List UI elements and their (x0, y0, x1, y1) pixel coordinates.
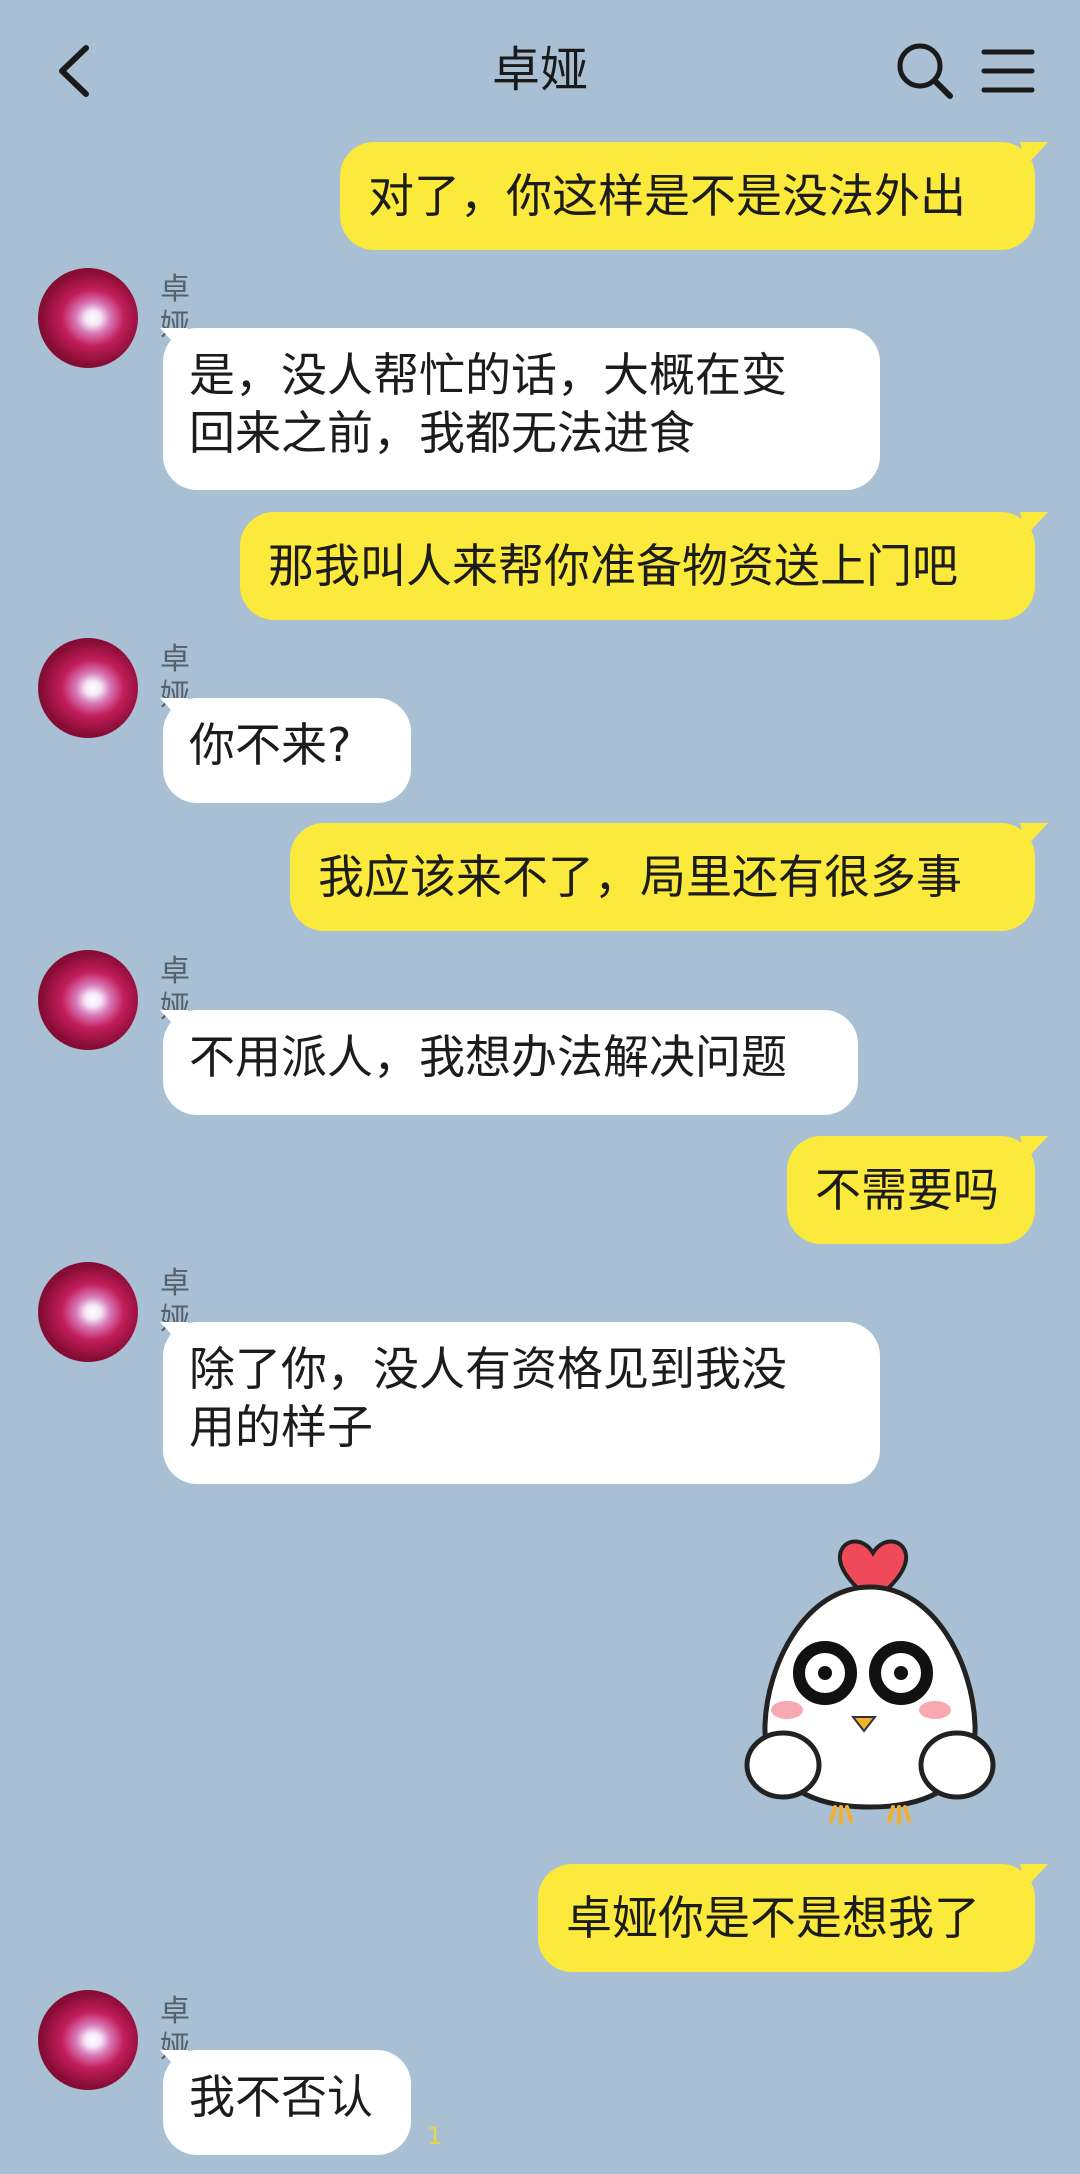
message-bubble-outgoing[interactable]: 不需要吗 (787, 1136, 1035, 1244)
message-line: 不用派人，我想办法解决问题 (189, 1030, 787, 1084)
unread-badge: 1 (427, 2122, 443, 2150)
contact-avatar[interactable] (38, 1262, 138, 1362)
bubble-tail (1020, 1136, 1048, 1160)
message-line: 是，没人帮忙的话，大概在变 (189, 348, 787, 402)
contact-avatar[interactable] (38, 950, 138, 1050)
message-line: 除了你，没人有资格见到我没 (189, 1342, 787, 1396)
hamburger-menu-icon (981, 49, 1035, 93)
message-bubble-outgoing[interactable]: 对了，你这样是不是没法外出 (340, 142, 1035, 250)
message-line: 你不来? (189, 718, 352, 772)
chick-sticker-image (744, 1539, 996, 1825)
chat-header: 卓娅 (0, 0, 1080, 140)
message-line: 用的样子 (189, 1400, 373, 1454)
message-line: 我不否认 (189, 2070, 373, 2124)
bubble-tail (1020, 1864, 1048, 1888)
contact-avatar[interactable] (38, 638, 138, 738)
message-bubble-outgoing[interactable]: 卓娅你是不是想我了 (538, 1864, 1035, 1972)
chick-heart-sticker[interactable] (735, 1525, 1005, 1825)
message-line: 回来之前，我都无法进食 (189, 406, 695, 460)
message-bubble-incoming[interactable]: 不用派人，我想办法解决问题 (163, 1010, 858, 1115)
contact-avatar[interactable] (38, 268, 138, 368)
message-bubble-outgoing[interactable]: 那我叫人来帮你准备物资送上门吧 (240, 512, 1035, 620)
message-bubble-incoming[interactable]: 你不来? (163, 698, 411, 803)
message-bubble-incoming[interactable]: 我不否认 (163, 2050, 411, 2155)
bubble-tail (1020, 823, 1048, 847)
message-bubble-incoming[interactable]: 是，没人帮忙的话，大概在变 回来之前，我都无法进食 (163, 328, 880, 490)
bubble-tail (1020, 142, 1048, 166)
message-bubble-incoming[interactable]: 除了你，没人有资格见到我没 用的样子 (163, 1322, 880, 1484)
search-button[interactable] (890, 36, 960, 106)
message-bubble-outgoing[interactable]: 我应该来不了，局里还有很多事 (290, 823, 1035, 931)
search-icon (897, 43, 953, 99)
bubble-tail (1020, 512, 1048, 536)
menu-button[interactable] (974, 36, 1044, 106)
contact-avatar[interactable] (38, 1990, 138, 2090)
